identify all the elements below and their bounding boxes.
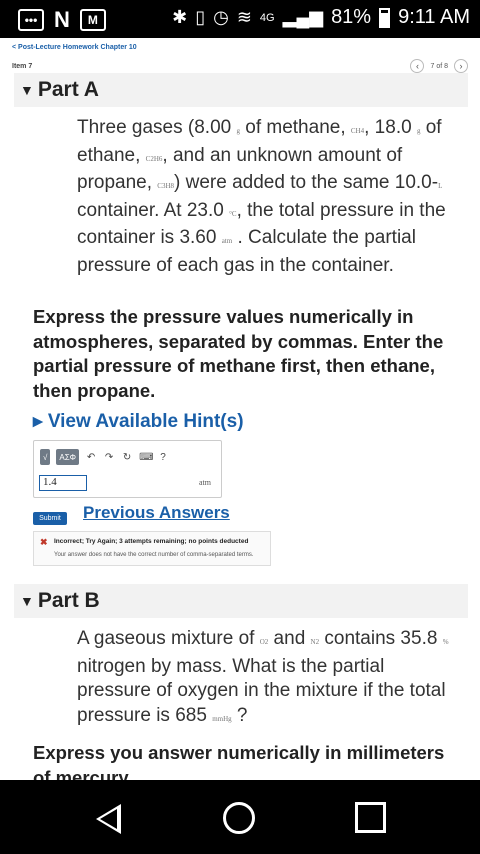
part-b-problem-text: contains 35.8 (319, 628, 443, 649)
messages-icon: ••• (18, 9, 44, 31)
part-a-problem-unit: L (438, 182, 443, 190)
answer-input[interactable]: 1.4 (39, 475, 87, 491)
part-b-problem-text: and (268, 628, 311, 649)
prev-item-icon[interactable]: ‹ (410, 59, 425, 73)
part-b-header[interactable]: ▼ Part B (14, 584, 468, 618)
part-a-title: Part A (37, 78, 99, 101)
reset-icon[interactable]: ↻ (121, 452, 133, 463)
recent-apps-icon[interactable] (355, 802, 386, 833)
help-icon[interactable]: ? (157, 452, 169, 463)
network-type: 4G (259, 11, 275, 24)
part-b-problem-unit: % (442, 638, 449, 646)
part-b-problem-unit: O2 (259, 638, 269, 646)
part-a-problem-text: of methane, (239, 117, 351, 138)
pager-label: 7 of 8 (430, 62, 448, 70)
bluetooth-icon: ✱ (172, 7, 188, 27)
pager: ‹ 7 of 8 › (410, 59, 468, 73)
battery-percent: 81% (331, 6, 372, 28)
part-b-problem: A gaseous mixture of O2 and N2 contains … (77, 627, 462, 731)
answer-box: √ ΑΣΦ ↶ ↷ ↻ ⌨ ? 1.4 atm (33, 440, 222, 498)
collapse-icon: ▼ (20, 82, 34, 98)
undo-icon[interactable]: ↶ (85, 452, 97, 463)
collapse-icon: ▼ (20, 593, 34, 609)
incorrect-icon: ✖ (40, 537, 48, 547)
templates-button[interactable]: √ (40, 449, 51, 465)
view-hints-link[interactable]: ▸ View Available Hint(s) (33, 410, 244, 433)
back-link[interactable]: < Post-Lecture Homework Chapter 10 (12, 44, 137, 51)
alarm-icon: ◷ (213, 7, 229, 27)
part-a-problem-unit: °C (229, 209, 237, 218)
home-icon[interactable] (223, 802, 255, 834)
previous-answers-link[interactable]: Previous Answers (83, 503, 230, 523)
part-a-problem-text: ) were added to the same 10.0- (174, 172, 439, 193)
back-icon[interactable] (96, 804, 121, 834)
part-a-problem-unit: C3H8 (157, 182, 175, 190)
feedback-detail: Your answer does not have the correct nu… (54, 552, 254, 558)
next-item-icon[interactable]: › (454, 59, 468, 73)
part-b-problem-unit: N2 (310, 638, 320, 646)
clock: 9:11 AM (398, 6, 470, 28)
part-a-problem-unit: atm (221, 237, 233, 245)
item-label: Item 7 (12, 63, 33, 70)
part-b-title: Part B (37, 589, 100, 612)
math-toolbar: √ ΑΣΦ ↶ ↷ ↻ ⌨ ? (40, 449, 169, 465)
part-a-instructions: Express the pressure values numerically … (33, 306, 444, 401)
feedback-title: Incorrect; Try Again; 3 attempts remaini… (54, 538, 249, 545)
part-a-problem-text: , 18.0 (364, 117, 417, 138)
submit-button[interactable]: Submit (33, 512, 67, 525)
vibrate-icon: ▯ (195, 7, 206, 27)
part-a-problem-unit: CH4 (350, 127, 365, 135)
hint-label: View Available Hint(s) (47, 411, 244, 432)
redo-icon[interactable]: ↷ (103, 452, 115, 463)
part-a-problem: Three gases (8.00 g of methane, CH4, 18.… (77, 116, 462, 278)
battery-icon (379, 7, 391, 28)
part-b-problem-text: A gaseous mixture of (77, 628, 260, 649)
signal-icon: ▂▄▆ (282, 7, 324, 27)
part-a-header[interactable]: ▼ Part A (14, 73, 468, 107)
part-a-problem-text: container. At 23.0 (77, 199, 230, 221)
keyboard-icon[interactable]: ⌨ (139, 452, 153, 463)
unit-label: atm (199, 478, 211, 487)
feedback-box: ✖ Incorrect; Try Again; 3 attempts remai… (33, 531, 271, 566)
gmail-icon: M (79, 9, 106, 31)
part-b-instructions: Express you answer numerically in millim… (33, 742, 445, 780)
status-bar: ••• N M ✱ ▯ ◷ ≋ 4G ▂▄▆ 81% 9:11 AM (0, 0, 480, 38)
part-b-problem-text: nitrogen by mass. What is the partial pr… (77, 655, 446, 726)
wifi-icon: ≋ (236, 7, 252, 27)
symbols-button[interactable]: ΑΣΦ (56, 449, 80, 465)
carrier-icon: N (54, 7, 70, 32)
part-a-problem-text: Three gases (8.00 (77, 117, 237, 138)
part-a-problem-unit: C2H6 (145, 154, 163, 163)
navigation-bar (0, 780, 480, 854)
homework-app: < Post-Lecture Homework Chapter 10 Item … (0, 38, 480, 780)
part-b-problem-text: ? (231, 704, 248, 726)
part-b-problem-unit: mmHg (212, 714, 232, 723)
